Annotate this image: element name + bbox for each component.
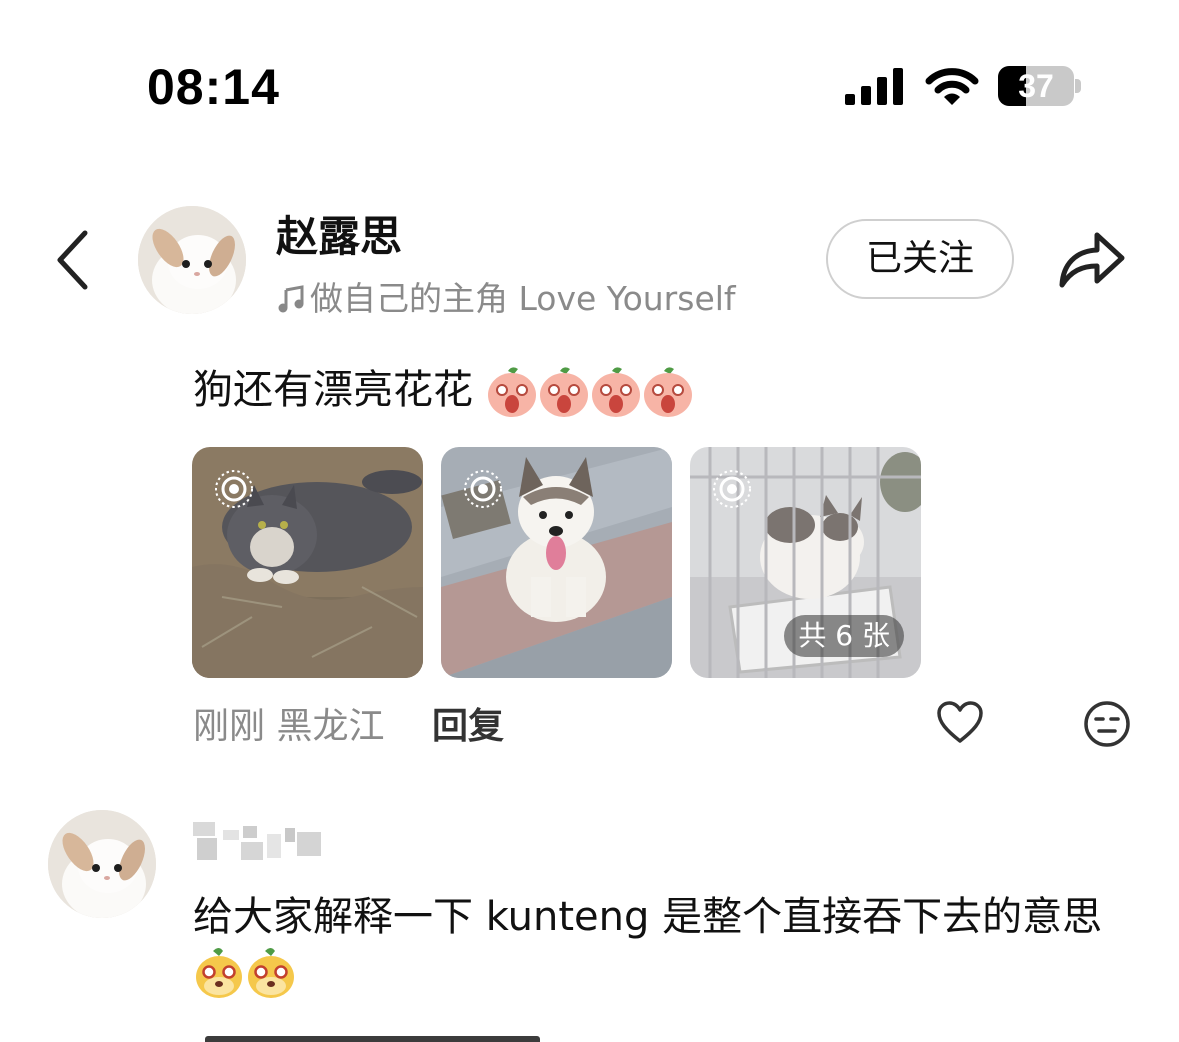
- like-heart-icon[interactable]: [936, 700, 984, 744]
- post-meta: 刚刚 黑龙江: [193, 697, 384, 749]
- peach-emoji-icon: [539, 367, 588, 417]
- live-photo-icon: [464, 470, 502, 508]
- post-time: 刚刚: [193, 706, 266, 747]
- peach-emoji-icon: [591, 367, 640, 417]
- post-text-content: 狗还有漂亮花花: [193, 367, 473, 413]
- follow-button[interactable]: 已关注: [826, 219, 1014, 299]
- battery-icon: 37: [998, 66, 1074, 106]
- post-text: 狗还有漂亮花花: [193, 357, 694, 419]
- battery-level: 37: [1018, 68, 1054, 104]
- emoji-reaction-icon[interactable]: [1083, 700, 1131, 748]
- battery-tip: [1075, 79, 1081, 93]
- peach-emoji-icon: [487, 367, 536, 417]
- comment-emoji-row: [193, 946, 297, 1000]
- comment-text: 给大家解释一下 kunteng 是整个直接吞下去的意思: [193, 894, 1103, 940]
- mango-emoji-icon: [196, 948, 242, 998]
- bunny-avatar-image: [48, 810, 156, 918]
- music-title: 做自己的主角 Love Yourself: [310, 279, 736, 318]
- mango-emoji-icon: [248, 948, 294, 998]
- live-photo-icon: [215, 470, 253, 508]
- cellular-signal-icon: [845, 68, 903, 105]
- post-location: 黑龙江: [276, 706, 385, 747]
- reply-button[interactable]: 回复: [432, 697, 504, 749]
- bunny-avatar-image: [138, 206, 246, 314]
- status-time: 08:14: [147, 59, 280, 115]
- post-photo-cat[interactable]: [192, 447, 423, 678]
- wifi-icon: [925, 68, 979, 105]
- live-photo-icon: [713, 470, 751, 508]
- post-photo-dog[interactable]: [441, 447, 672, 678]
- peach-emoji-icon: [643, 367, 692, 417]
- share-icon[interactable]: [1057, 228, 1127, 290]
- commenter-name-redacted[interactable]: [193, 820, 323, 866]
- author-name[interactable]: 赵露思: [276, 203, 402, 264]
- music-line[interactable]: 做自己的主角 Love Yourself: [276, 272, 736, 320]
- photo-count-badge[interactable]: 共 6 张: [784, 615, 904, 657]
- post-photo-caged-cat[interactable]: 共 6 张: [690, 447, 921, 678]
- author-avatar[interactable]: [138, 206, 246, 314]
- back-arrow-icon[interactable]: [55, 230, 91, 290]
- commenter-avatar[interactable]: [48, 810, 156, 918]
- next-item-peek: [205, 1036, 540, 1042]
- music-note-icon: [278, 285, 304, 313]
